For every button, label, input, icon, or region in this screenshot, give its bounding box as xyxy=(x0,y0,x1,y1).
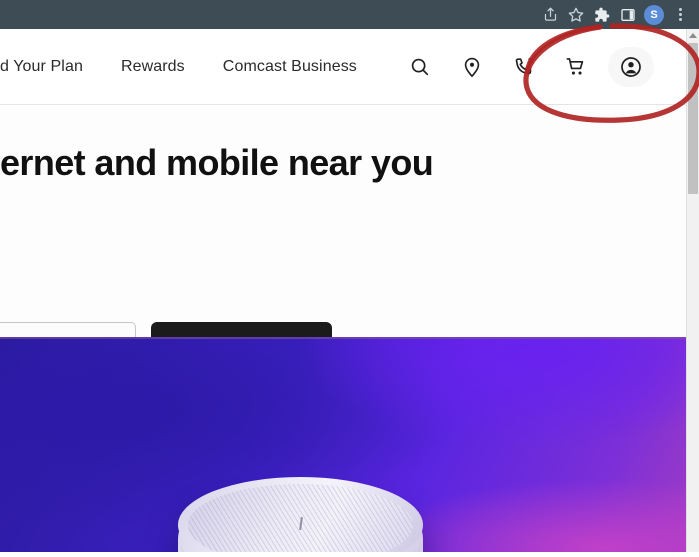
side-panel-icon[interactable] xyxy=(615,2,641,28)
vertical-scrollbar[interactable] xyxy=(686,29,699,552)
nav-links-group: d Your Plan Rewards Comcast Business xyxy=(0,58,376,76)
nav-icons-group xyxy=(394,45,654,89)
bookmark-star-icon[interactable] xyxy=(563,2,589,28)
nav-link-find-your-plan[interactable]: d Your Plan xyxy=(0,58,102,76)
banner-top-edge xyxy=(0,337,686,339)
hero-banner-image xyxy=(0,337,686,552)
profile-avatar[interactable]: S xyxy=(641,2,667,28)
nav-link-comcast-business[interactable]: Comcast Business xyxy=(204,58,376,76)
scroll-up-arrow-icon[interactable] xyxy=(687,29,699,42)
location-pin-icon[interactable] xyxy=(446,45,498,89)
browser-toolbar: S xyxy=(0,0,699,29)
page-viewport: d Your Plan Rewards Comcast Business ern… xyxy=(0,29,699,552)
chrome-menu-icon[interactable] xyxy=(667,2,693,28)
profile-avatar-initial: S xyxy=(644,4,664,25)
wifi-router-device xyxy=(178,477,423,552)
share-icon[interactable] xyxy=(537,2,563,28)
shopping-cart-icon[interactable] xyxy=(550,45,602,89)
page-title: ernet and mobile near you xyxy=(0,142,434,183)
hero-section: ernet and mobile near you Check availabi… xyxy=(0,106,686,376)
extensions-puzzle-icon[interactable] xyxy=(589,2,615,28)
chrome-menu-dots xyxy=(678,8,682,21)
scrollbar-thumb[interactable] xyxy=(688,43,698,194)
site-navigation-bar: d Your Plan Rewards Comcast Business xyxy=(0,29,686,105)
search-icon[interactable] xyxy=(394,45,446,89)
account-icon[interactable] xyxy=(607,46,654,87)
nav-link-rewards[interactable]: Rewards xyxy=(102,58,204,76)
phone-icon[interactable] xyxy=(498,45,550,89)
